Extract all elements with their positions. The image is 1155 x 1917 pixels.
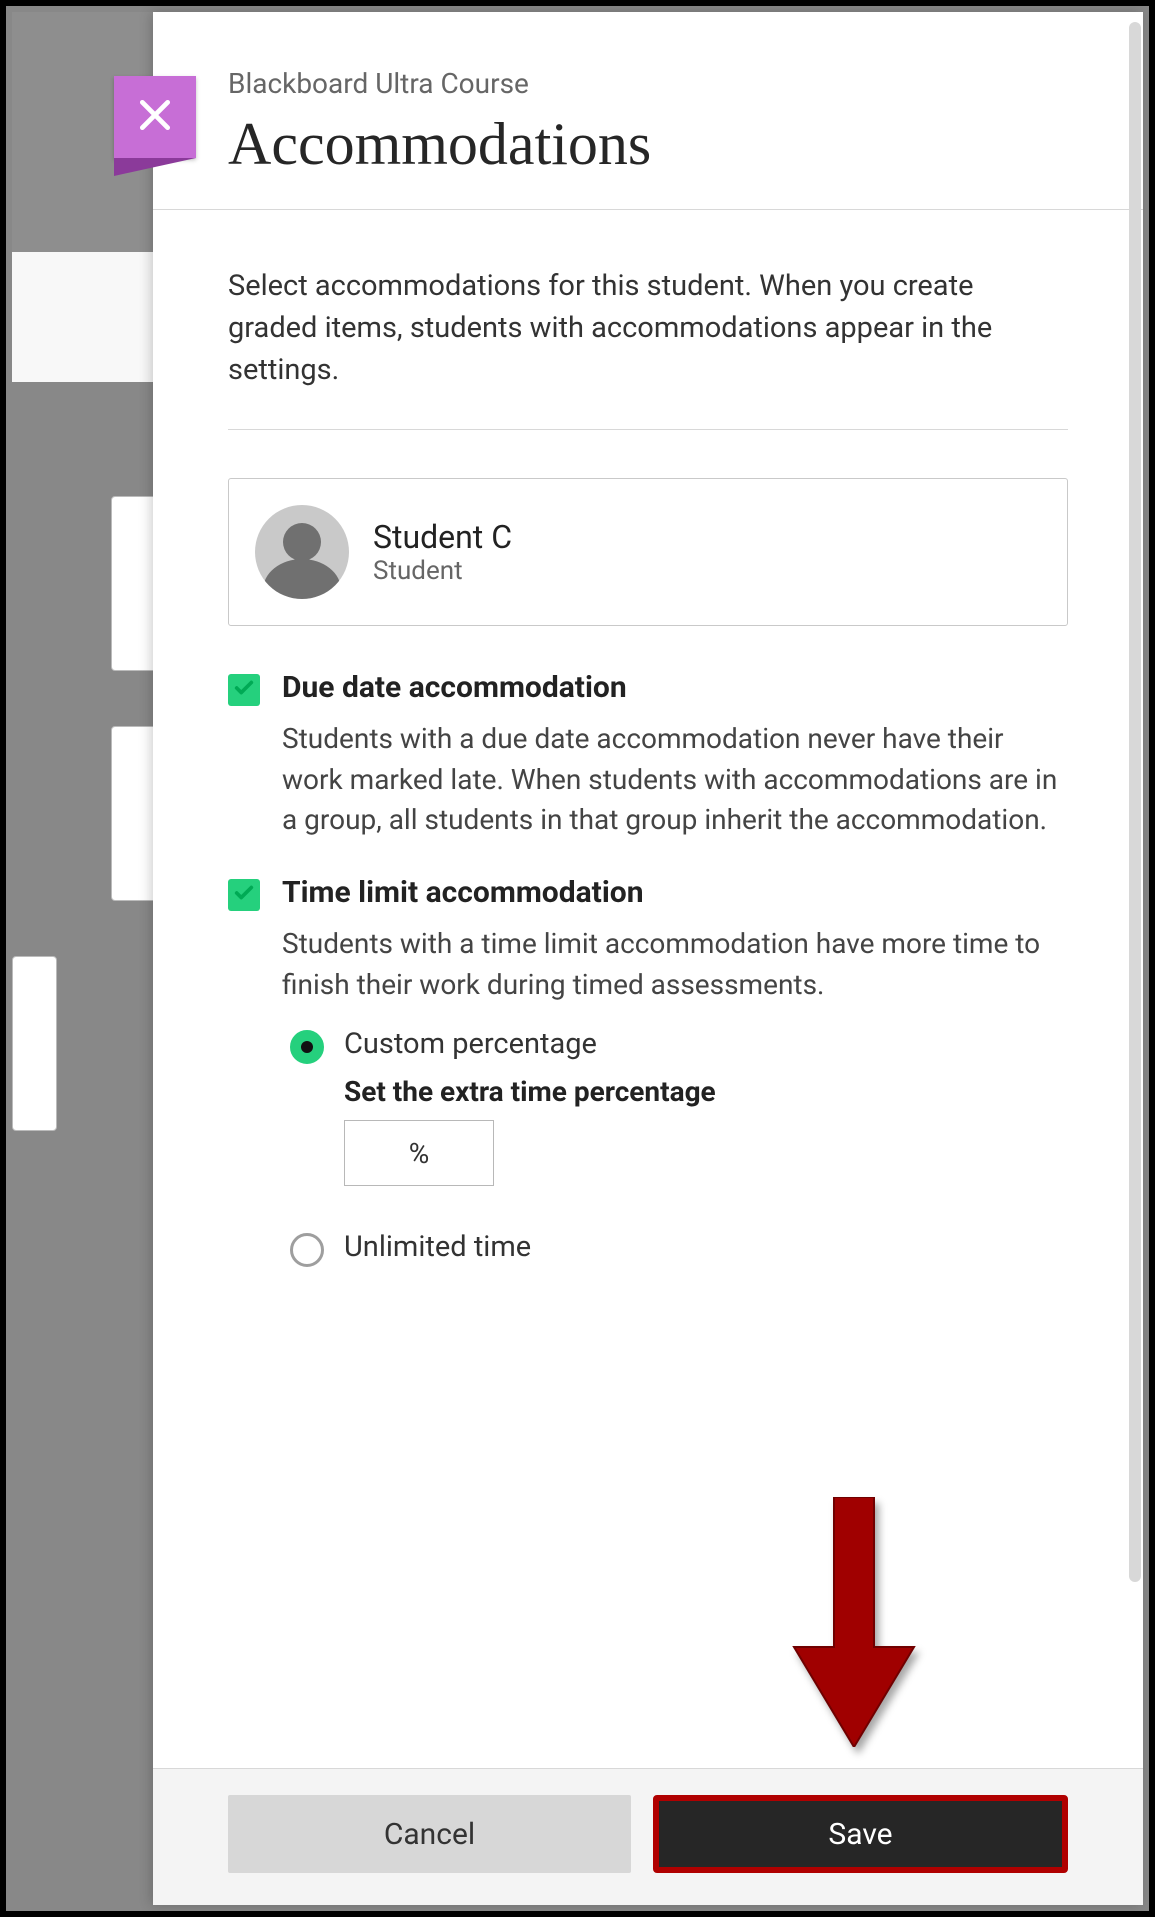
student-name: Student C — [373, 518, 512, 556]
check-icon — [233, 882, 255, 908]
intro-text: Select accommodations for this student. … — [228, 265, 1068, 391]
close-panel-button[interactable] — [114, 76, 196, 158]
unlimited-time-label: Unlimited time — [344, 1230, 531, 1264]
save-button[interactable]: Save — [659, 1801, 1062, 1867]
cancel-button[interactable]: Cancel — [228, 1795, 631, 1873]
panel-scrollbar[interactable] — [1129, 22, 1141, 1582]
cancel-button-label: Cancel — [384, 1817, 475, 1852]
save-button-highlight: Save — [653, 1795, 1068, 1873]
student-card: Student C Student — [228, 478, 1068, 626]
divider — [228, 429, 1068, 430]
accommodations-panel: Blackboard Ultra Course Accommodations S… — [153, 12, 1143, 1905]
check-icon — [233, 677, 255, 703]
due-date-description: Students with a due date accommodation n… — [282, 719, 1068, 841]
student-role: Student — [373, 556, 512, 586]
custom-percentage-label: Custom percentage — [344, 1027, 1068, 1061]
unlimited-time-radio[interactable] — [290, 1233, 324, 1267]
due-date-accommodation-row: Due date accommodation Students with a d… — [228, 670, 1068, 841]
time-limit-title: Time limit accommodation — [282, 875, 1068, 910]
extra-time-percentage-input[interactable]: % — [344, 1120, 494, 1186]
close-icon — [136, 96, 174, 138]
time-limit-checkbox[interactable] — [228, 879, 260, 911]
save-button-label: Save — [828, 1817, 892, 1852]
percent-unit: % — [409, 1137, 430, 1170]
time-limit-description: Students with a time limit accommodation… — [282, 924, 1068, 1005]
page-title: Accommodations — [228, 110, 1068, 179]
extra-time-sublabel: Set the extra time percentage — [344, 1075, 1068, 1108]
custom-percentage-radio[interactable] — [290, 1030, 324, 1064]
due-date-checkbox[interactable] — [228, 674, 260, 706]
due-date-title: Due date accommodation — [282, 670, 1068, 705]
breadcrumb: Blackboard Ultra Course — [228, 67, 1068, 100]
avatar — [255, 505, 349, 599]
time-limit-accommodation-row: Time limit accommodation Students with a… — [228, 875, 1068, 1277]
background-card — [12, 956, 57, 1131]
